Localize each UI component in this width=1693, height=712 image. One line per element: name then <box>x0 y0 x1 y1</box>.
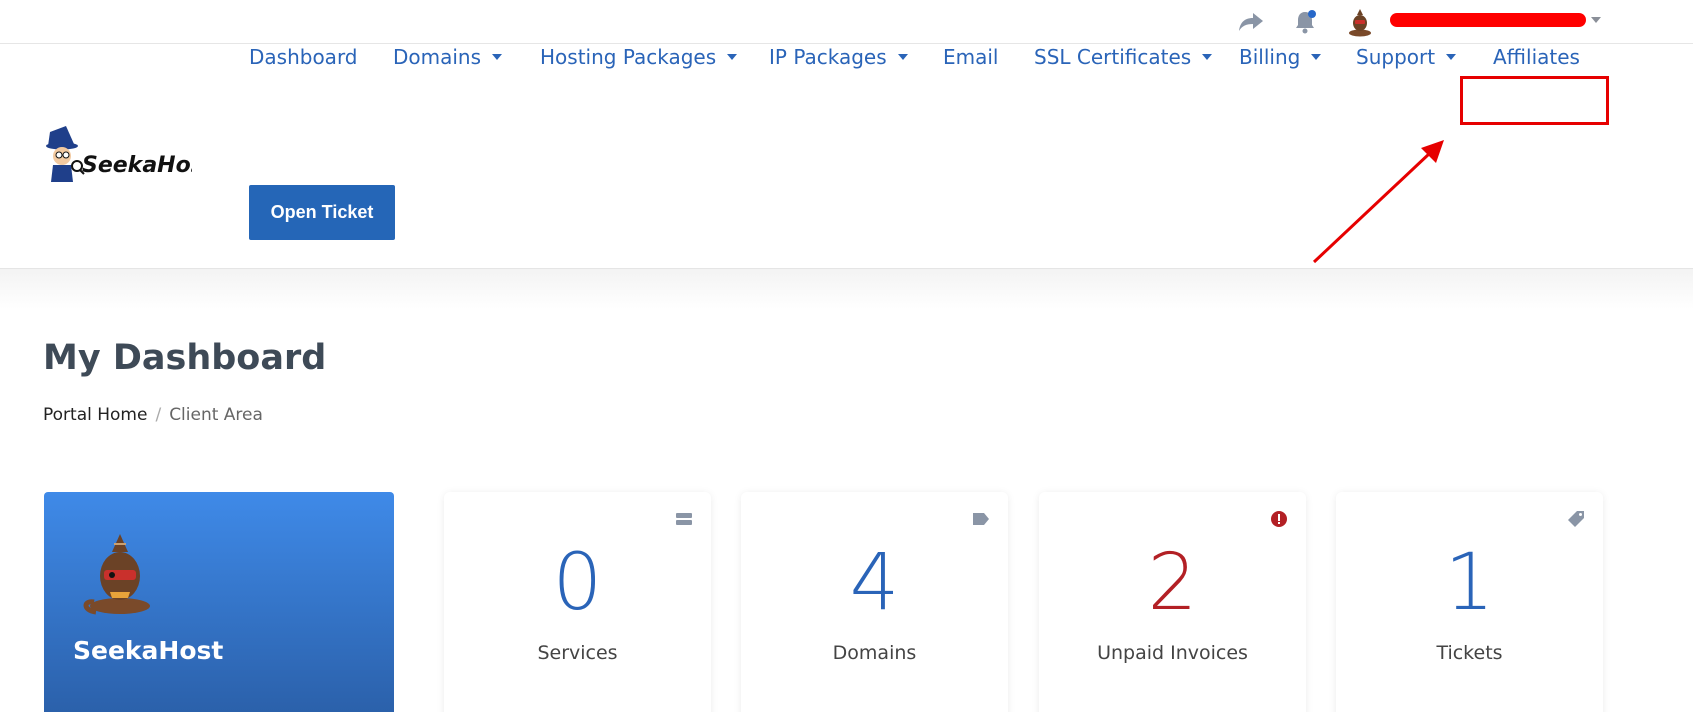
logo[interactable]: SeekaHost <box>44 126 216 188</box>
page-title: My Dashboard <box>43 338 327 378</box>
profile-name: SeekaHost <box>73 636 224 665</box>
stat-card-services[interactable]: 0 Services <box>444 492 711 712</box>
chevron-down-icon[interactable] <box>1591 17 1601 23</box>
server-icon <box>675 510 693 528</box>
stat-label: Tickets <box>1436 642 1503 664</box>
caret-down-icon <box>897 54 908 60</box>
nav-domains[interactable]: Domains <box>393 42 503 72</box>
nav-label: IP Packages <box>769 45 887 69</box>
caret-down-icon <box>1311 54 1322 60</box>
header-shadow <box>0 269 1693 309</box>
caret-down-icon <box>1202 54 1213 60</box>
nav-label: SSL Certificates <box>1034 45 1192 69</box>
logo-text: SeekaHost <box>82 153 192 178</box>
affiliates-highlight-box <box>1460 76 1609 125</box>
nav-billing[interactable]: Billing <box>1239 42 1322 72</box>
redacted-username[interactable] <box>1390 13 1586 27</box>
nav-ssl-certificates[interactable]: SSL Certificates <box>1034 42 1213 72</box>
profile-avatar <box>80 530 164 618</box>
nav-label: Dashboard <box>249 45 358 69</box>
open-ticket-button[interactable]: Open Ticket <box>249 185 395 240</box>
stat-card-tickets[interactable]: 1 Tickets <box>1336 492 1603 712</box>
nav-label: Support <box>1356 45 1436 69</box>
nav-label: Email <box>943 45 999 69</box>
caret-down-icon <box>1446 54 1457 60</box>
breadcrumb-portal-home[interactable]: Portal Home <box>43 405 147 425</box>
avatar[interactable] <box>1346 7 1374 37</box>
stat-value: 4 <box>849 538 900 628</box>
tag-icon <box>972 510 990 528</box>
stat-label: Unpaid Invoices <box>1097 642 1248 664</box>
stat-value: 2 <box>1147 538 1198 628</box>
nav-label: Billing <box>1239 45 1301 69</box>
nav-support[interactable]: Support <box>1356 42 1457 72</box>
breadcrumb-separator: / <box>155 405 162 425</box>
caret-down-icon <box>727 54 738 60</box>
nav-hosting-packages[interactable]: Hosting Packages <box>540 42 738 72</box>
stat-card-domains[interactable]: 4 Domains <box>741 492 1008 712</box>
nav-email[interactable]: Email <box>943 42 999 72</box>
stat-label: Domains <box>832 642 917 664</box>
nav-label: Affiliates <box>1493 45 1580 69</box>
alert-icon <box>1270 510 1288 528</box>
nav-ip-packages[interactable]: IP Packages <box>769 42 908 72</box>
stat-card-unpaid-invoices[interactable]: 2 Unpaid Invoices <box>1039 492 1306 712</box>
top-bar <box>0 0 1693 44</box>
stat-label: Services <box>537 642 618 664</box>
stat-value: 0 <box>552 538 603 628</box>
ticket-icon <box>1567 510 1585 528</box>
profile-card: SeekaHost <box>44 492 394 712</box>
breadcrumb: Portal Home / Client Area <box>43 405 263 425</box>
nav-label: Domains <box>393 45 482 69</box>
stat-value: 1 <box>1444 538 1495 628</box>
caret-down-icon <box>492 54 503 60</box>
nav-dashboard[interactable]: Dashboard <box>249 42 358 72</box>
bell-icon[interactable] <box>1291 8 1319 36</box>
share-icon[interactable] <box>1237 8 1265 36</box>
nav-label: Hosting Packages <box>540 45 717 69</box>
nav-affiliates[interactable]: Affiliates <box>1493 42 1580 72</box>
notification-dot <box>1308 10 1316 18</box>
breadcrumb-current: Client Area <box>169 405 263 425</box>
